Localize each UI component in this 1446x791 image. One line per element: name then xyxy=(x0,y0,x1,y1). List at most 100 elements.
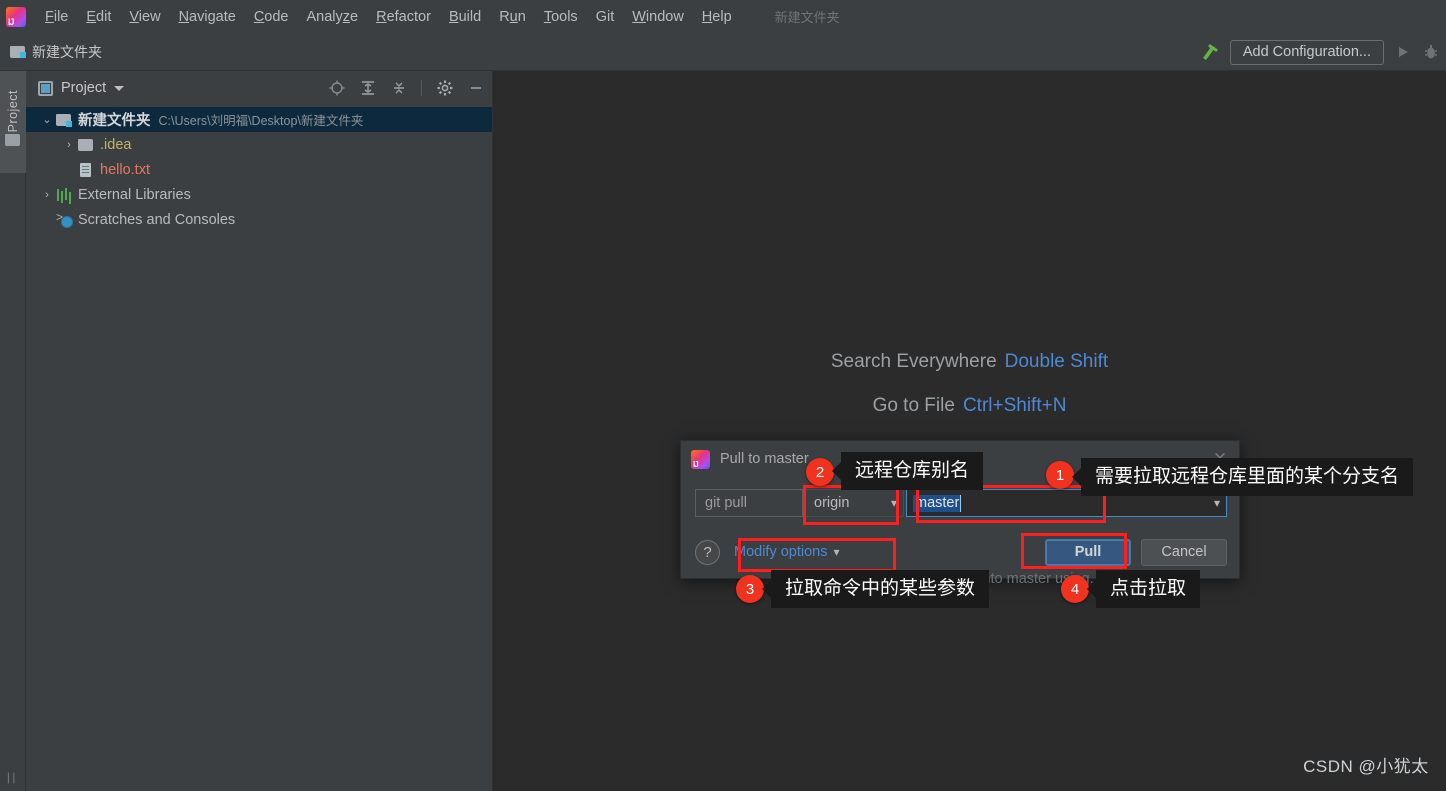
menu-item-file[interactable]: File xyxy=(36,6,77,28)
debug-bug-icon[interactable] xyxy=(1422,43,1440,61)
tree-label: .idea xyxy=(100,136,132,153)
folder-module-icon xyxy=(10,45,26,58)
menu-item-build[interactable]: Build xyxy=(440,6,490,28)
terminal-icon[interactable]: ∣∣ xyxy=(4,771,18,785)
toolbar-divider xyxy=(421,80,422,96)
menu-item-refactor[interactable]: Refactor xyxy=(367,6,440,28)
menu-item-view[interactable]: View xyxy=(120,6,169,28)
menu-item-run[interactable]: Run xyxy=(490,6,535,28)
tree-label: 新建文件夹 xyxy=(78,113,151,129)
collapse-all-icon[interactable] xyxy=(390,80,407,97)
menu-item-file-label: ile xyxy=(53,8,69,25)
tree-label: External Libraries xyxy=(78,186,191,203)
project-tool-window: Project ⌄ 新建文件夹 C:\Users\刘明福\Desktop\新建文… xyxy=(26,71,493,791)
menu-item-navigate[interactable]: Navigate xyxy=(170,6,245,28)
folder-module-icon xyxy=(56,112,73,127)
project-tree: ⌄ 新建文件夹 C:\Users\刘明福\Desktop\新建文件夹 › .id… xyxy=(26,105,492,232)
tree-label: hello.txt xyxy=(100,161,150,178)
libraries-icon xyxy=(56,187,73,202)
menu-item-help[interactable]: Help xyxy=(693,6,741,28)
tree-label: Scratches and Consoles xyxy=(78,211,236,228)
tree-row-idea[interactable]: › .idea xyxy=(26,132,492,157)
navigation-bar: 新建文件夹 Add Configuration... xyxy=(0,33,1446,71)
idea-window: File Edit View Navigate Code Analyze Ref… xyxy=(0,0,1446,791)
annotation-callout-text: 需要拉取远程仓库里面的某个分支名 xyxy=(1095,466,1400,487)
annotation-badge-4: 4 xyxy=(1061,575,1089,603)
intellij-idea-logo-icon xyxy=(6,6,26,27)
hint-action-label: Search Everywhere xyxy=(830,351,997,372)
folder-icon xyxy=(78,137,95,152)
cancel-button-label: Cancel xyxy=(1161,544,1207,560)
annotation-callout-3: 拉取命令中的某些参数 xyxy=(771,570,990,608)
tree-row-hello-txt[interactable]: hello.txt xyxy=(26,157,492,182)
add-configuration-button[interactable]: Add Configuration... xyxy=(1229,39,1384,65)
breadcrumb[interactable]: 新建文件夹 xyxy=(10,42,102,62)
annotation-badge-number: 1 xyxy=(1055,466,1065,484)
editor-shortcut-hints: Search Everywhere Double Shift Go to File… xyxy=(493,351,1446,417)
editor-empty-area: Search Everywhere Double Shift Go to File… xyxy=(493,71,1446,791)
annotation-callout-1: 需要拉取远程仓库里面的某个分支名 xyxy=(1081,458,1414,496)
main-toolbar-right: Add Configuration... xyxy=(1198,33,1440,71)
annotation-callout-2: 远程仓库别名 xyxy=(841,452,984,490)
project-panel-toolbar xyxy=(328,80,484,97)
expand-all-icon[interactable] xyxy=(359,80,376,97)
hint-action-label: Go to File xyxy=(872,395,955,416)
project-panel-title: Project xyxy=(61,80,107,96)
build-hammer-icon[interactable] xyxy=(1198,41,1220,63)
tree-row-scratches-and-consoles[interactable]: Scratches and Consoles xyxy=(26,207,492,232)
intellij-idea-logo-icon xyxy=(691,449,710,469)
annotation-callout-4: 点击拉取 xyxy=(1096,570,1201,608)
annotation-badge-number: 2 xyxy=(815,463,825,481)
highlight-box-remote-combobox xyxy=(803,485,899,525)
chevron-right-icon[interactable]: › xyxy=(60,139,78,151)
chevron-down-icon: ▾ xyxy=(1213,496,1220,510)
folder-icon[interactable] xyxy=(5,133,21,146)
git-pull-command-text: git pull xyxy=(705,495,747,511)
hide-panel-icon[interactable] xyxy=(467,80,484,97)
help-question-icon[interactable]: ? xyxy=(695,539,720,565)
git-pull-command-label: git pull xyxy=(695,489,803,517)
file-text-icon xyxy=(78,162,95,177)
annotation-callout-text: 远程仓库别名 xyxy=(855,460,970,481)
stripe-button-project-label: Project xyxy=(6,89,20,133)
hint-go-to-file: Go to File Ctrl+Shift+N xyxy=(873,395,1067,417)
annotation-callout-text: 拉取命令中的某些参数 xyxy=(785,578,976,599)
annotation-callout-text: 点击拉取 xyxy=(1110,578,1187,599)
breadcrumb-label: 新建文件夹 xyxy=(32,43,102,60)
annotation-badge-number: 3 xyxy=(745,580,755,598)
locate-icon[interactable] xyxy=(328,80,345,97)
run-play-icon[interactable] xyxy=(1394,43,1412,61)
window-project-name: 新建文件夹 xyxy=(774,10,840,25)
hint-search-everywhere: Search Everywhere Double Shift xyxy=(831,351,1108,373)
annotation-badge-1: 1 xyxy=(1046,461,1074,489)
chevron-down-icon[interactable] xyxy=(114,85,125,91)
menu-item-git[interactable]: Git xyxy=(587,6,624,28)
pull-dialog-title: Pull to master xyxy=(720,451,809,467)
menu-item-analyze[interactable]: Analyze xyxy=(298,6,368,28)
annotation-badge-number: 4 xyxy=(1070,580,1080,598)
left-tool-stripe: Project ∣∣ xyxy=(0,71,26,791)
menu-item-edit[interactable]: Edit xyxy=(77,6,120,28)
csdn-watermark: CSDN @小犹太 xyxy=(1303,757,1434,776)
annotation-badge-3: 3 xyxy=(736,575,764,603)
highlight-box-branch-combobox xyxy=(916,485,1106,523)
settings-gear-icon[interactable] xyxy=(436,80,453,97)
scratches-icon xyxy=(56,210,73,228)
menu-item-code[interactable]: Code xyxy=(245,6,298,28)
hint-shortcut-label: Ctrl+Shift+N xyxy=(962,395,1067,416)
stripe-button-project[interactable]: Project xyxy=(0,71,26,173)
tree-row-project-root[interactable]: ⌄ 新建文件夹 C:\Users\刘明福\Desktop\新建文件夹 xyxy=(26,107,492,132)
chevron-right-icon[interactable]: › xyxy=(38,189,56,201)
add-configuration-label: Add Configuration... xyxy=(1242,44,1371,60)
highlight-box-modify-options xyxy=(738,538,896,572)
cancel-button[interactable]: Cancel xyxy=(1141,538,1227,566)
project-view-icon xyxy=(38,80,53,96)
chevron-expanded-icon[interactable]: ⌄ xyxy=(38,113,56,126)
menu-bar: File Edit View Navigate Code Analyze Ref… xyxy=(0,0,1446,33)
highlight-box-pull-button xyxy=(1021,533,1127,569)
menu-item-tools[interactable]: Tools xyxy=(535,6,587,28)
tree-row-external-libraries[interactable]: › External Libraries xyxy=(26,182,492,207)
tree-path: C:\Users\刘明福\Desktop\新建文件夹 xyxy=(158,114,364,128)
menu-item-window[interactable]: Window xyxy=(623,6,693,28)
project-panel-header: Project xyxy=(26,71,492,105)
